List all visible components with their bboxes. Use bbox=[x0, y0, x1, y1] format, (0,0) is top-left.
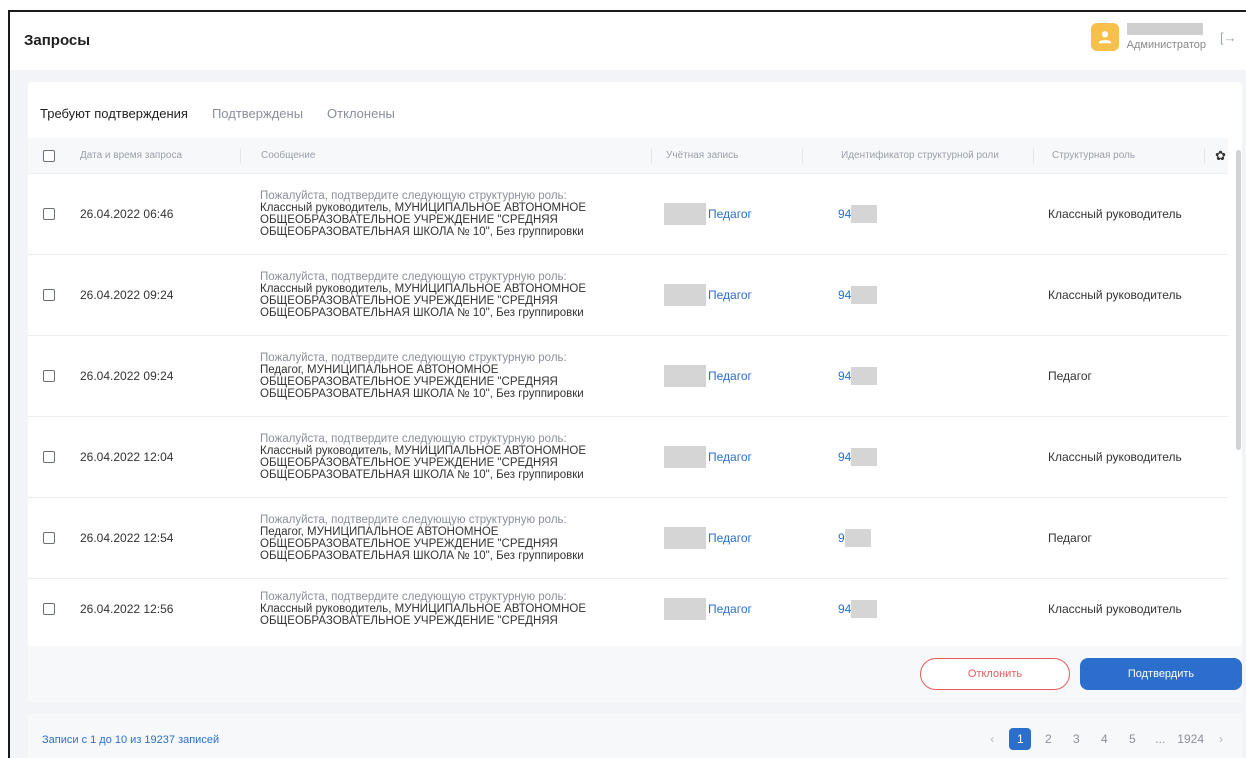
header: Запросы Администратор [→ bbox=[10, 12, 1246, 70]
table-row: 26.04.2022 09:24 Пожалуйста, подтвердите… bbox=[28, 255, 1228, 336]
account-link[interactable]: Педагог bbox=[708, 450, 752, 464]
row-checkbox[interactable] bbox=[43, 451, 55, 463]
role-id-link[interactable]: 94 bbox=[838, 207, 851, 221]
table-body: 26.04.2022 06:46 Пожалуйста, подтвердите… bbox=[28, 174, 1228, 639]
row-message: Пожалуйста, подтвердите следующую структ… bbox=[260, 190, 587, 238]
account-redacted bbox=[664, 203, 706, 225]
page-last[interactable]: 1924 bbox=[1177, 728, 1204, 750]
next-page-button[interactable]: › bbox=[1210, 728, 1232, 750]
row-role: Классный руководитель bbox=[1048, 207, 1182, 221]
row-message: Пожалуйста, подтвердите следующую структ… bbox=[260, 514, 584, 562]
col-role-header[interactable]: Структурная роль bbox=[1034, 138, 1204, 173]
row-message: Пожалуйста, подтвердите следующую структ… bbox=[260, 352, 584, 400]
role-id-redacted bbox=[851, 367, 878, 385]
table-row: 26.04.2022 12:04 Пожалуйста, подтвердите… bbox=[28, 417, 1228, 498]
page-title: Запросы bbox=[24, 32, 91, 49]
table-row: 26.04.2022 12:56 Пожалуйста, подтвердите… bbox=[28, 579, 1228, 639]
account-redacted bbox=[664, 365, 706, 387]
role-id-redacted bbox=[844, 529, 871, 547]
col-role-id-header[interactable]: Идентификатор структурной роли bbox=[803, 138, 1033, 173]
row-date: 26.04.2022 06:46 bbox=[80, 207, 174, 221]
table-header: Дата и время запроса Сообщение Учётная з… bbox=[28, 138, 1228, 174]
scroll-thumb[interactable] bbox=[1236, 150, 1241, 450]
row-date: 26.04.2022 12:54 bbox=[80, 531, 174, 545]
content: Требуют подтверждения Подтверждены Откло… bbox=[10, 70, 1246, 758]
select-all-checkbox[interactable] bbox=[43, 149, 55, 162]
scrollbar[interactable] bbox=[1236, 150, 1242, 510]
account-link[interactable]: Педагог bbox=[708, 602, 752, 616]
row-date: 26.04.2022 09:24 bbox=[80, 288, 174, 302]
avatar[interactable] bbox=[1090, 23, 1119, 51]
role-id-link[interactable]: 94 bbox=[838, 288, 851, 302]
row-checkbox[interactable] bbox=[43, 208, 55, 220]
row-checkbox[interactable] bbox=[43, 370, 55, 382]
row-date: 26.04.2022 12:56 bbox=[80, 602, 174, 616]
row-message: Пожалуйста, подтвердите следующую структ… bbox=[260, 591, 587, 627]
role-id-link[interactable]: 9 bbox=[838, 531, 845, 545]
table-row: 26.04.2022 06:46 Пожалуйста, подтвердите… bbox=[28, 174, 1228, 255]
account-redacted bbox=[664, 598, 706, 620]
records-count: Записи с 1 до 10 из 19237 записей bbox=[42, 734, 220, 746]
user-menu[interactable]: Администратор bbox=[1090, 20, 1206, 54]
tab-rejected[interactable]: Отклонены bbox=[327, 92, 395, 132]
reject-button[interactable]: Отклонить bbox=[920, 658, 1070, 690]
tab-pending[interactable]: Требуют подтверждения bbox=[40, 92, 188, 140]
confirm-button[interactable]: Подтвердить bbox=[1080, 658, 1242, 690]
role-id-redacted bbox=[851, 286, 878, 304]
role-id-redacted bbox=[851, 600, 878, 618]
user-info: Администратор bbox=[1126, 23, 1206, 51]
page-2[interactable]: 2 bbox=[1037, 728, 1059, 750]
role-id-link[interactable]: 94 bbox=[838, 450, 851, 464]
role-id-link[interactable]: 94 bbox=[838, 369, 851, 383]
row-message: Пожалуйста, подтвердите следующую структ… bbox=[260, 271, 587, 319]
prev-page-button[interactable]: ‹ bbox=[981, 728, 1003, 750]
gear-icon[interactable]: ✿ bbox=[1215, 148, 1226, 164]
pagination: ‹ 1 2 3 4 5 ... 1924 › bbox=[975, 728, 1232, 750]
app-window: Запросы Администратор [→ Требуют подтвер… bbox=[8, 10, 1246, 758]
account-redacted bbox=[664, 527, 706, 549]
user-name-redacted bbox=[1126, 23, 1203, 35]
account-link[interactable]: Педагог bbox=[708, 531, 752, 545]
pagination-footer: Записи с 1 до 10 из 19237 записей ‹ 1 2 … bbox=[28, 714, 1242, 758]
row-role: Классный руководитель bbox=[1048, 450, 1182, 464]
tab-confirmed[interactable]: Подтверждены bbox=[212, 92, 303, 132]
page-4[interactable]: 4 bbox=[1093, 728, 1115, 750]
role-id-redacted bbox=[851, 205, 878, 223]
row-role: Классный руководитель bbox=[1048, 288, 1182, 302]
row-message: Пожалуйста, подтвердите следующую структ… bbox=[260, 433, 587, 481]
row-checkbox[interactable] bbox=[43, 603, 55, 615]
table-row: 26.04.2022 09:24 Пожалуйста, подтвердите… bbox=[28, 336, 1228, 417]
account-redacted bbox=[664, 284, 706, 306]
col-account-header[interactable]: Учётная запись bbox=[652, 138, 802, 173]
row-date: 26.04.2022 12:04 bbox=[80, 450, 174, 464]
row-role: Педагог bbox=[1048, 531, 1092, 545]
role-id-redacted bbox=[851, 448, 878, 466]
row-date: 26.04.2022 09:24 bbox=[80, 369, 174, 383]
account-link[interactable]: Педагог bbox=[708, 369, 752, 383]
row-checkbox[interactable] bbox=[43, 532, 55, 544]
action-bar: Отклонить Подтвердить bbox=[28, 646, 1242, 702]
account-link[interactable]: Педагог bbox=[708, 288, 752, 302]
user-icon bbox=[1098, 31, 1111, 44]
table-row: 26.04.2022 12:54 Пожалуйста, подтвердите… bbox=[28, 498, 1228, 579]
page-5[interactable]: 5 bbox=[1121, 728, 1143, 750]
row-role: Педагог bbox=[1048, 369, 1092, 383]
account-link[interactable]: Педагог bbox=[708, 207, 752, 221]
row-role: Классный руководитель bbox=[1048, 602, 1182, 616]
account-redacted bbox=[664, 446, 706, 468]
role-id-link[interactable]: 94 bbox=[838, 602, 851, 616]
user-role: Администратор bbox=[1126, 39, 1206, 51]
tabs: Требуют подтверждения Подтверждены Откло… bbox=[40, 92, 419, 140]
requests-table: Дата и время запроса Сообщение Учётная з… bbox=[28, 138, 1228, 639]
requests-card: Требуют подтверждения Подтверждены Откло… bbox=[28, 82, 1242, 692]
page-1[interactable]: 1 bbox=[1009, 728, 1032, 750]
row-checkbox[interactable] bbox=[43, 289, 55, 301]
col-message-header[interactable]: Сообщение bbox=[241, 138, 651, 173]
logout-icon[interactable]: [→ bbox=[1220, 30, 1237, 46]
col-date-header[interactable]: Дата и время запроса bbox=[70, 138, 240, 173]
page-ellipsis: ... bbox=[1155, 732, 1166, 746]
page-3[interactable]: 3 bbox=[1065, 728, 1087, 750]
